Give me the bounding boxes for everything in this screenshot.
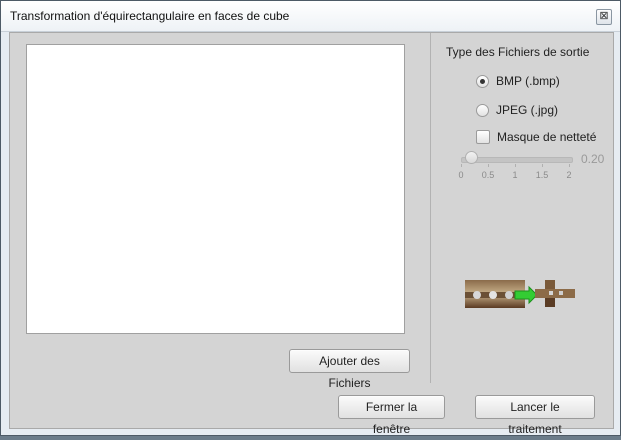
dialog-content: Ajouter des Fichiers Type des Fichiers d… <box>9 32 614 436</box>
slider-tick-label: 1.5 <box>535 170 549 180</box>
sharpen-slider-thumb[interactable] <box>465 151 478 164</box>
close-icon[interactable]: ⊠ <box>596 9 612 25</box>
sharpen-slider-value: 0.20 <box>581 152 605 166</box>
title-bar[interactable]: Transformation d'équirectangulaire en fa… <box>1 1 620 32</box>
slider-tick-mark <box>461 164 462 167</box>
slider-tick-label: 2 <box>566 170 572 180</box>
slider-tick-mark <box>569 164 570 167</box>
file-list[interactable] <box>26 44 405 334</box>
slider-tick-mark <box>542 164 543 167</box>
slider-tick-label: 0.5 <box>481 170 495 180</box>
window-title: Transformation d'équirectangulaire en fa… <box>10 9 290 23</box>
dialog-window: Transformation d'équirectangulaire en fa… <box>0 0 621 436</box>
file-panel: Ajouter des Fichiers <box>10 33 431 390</box>
sharpen-mask-checkbox[interactable] <box>476 130 490 144</box>
radio-bmp[interactable]: BMP (.bmp) <box>476 74 560 88</box>
slider-tick-label: 1 <box>512 170 518 180</box>
radio-jpeg[interactable]: JPEG (.jpg) <box>476 103 558 117</box>
add-files-button[interactable]: Ajouter des Fichiers <box>289 349 410 390</box>
radio-unselected-icon[interactable] <box>476 103 489 117</box>
sharpen-mask-label: Masque de netteté <box>497 130 597 144</box>
start-processing-button[interactable]: Lancer le traitement <box>475 395 595 436</box>
close-window-button[interactable]: Fermer la fenêtre <box>338 395 445 436</box>
sharpen-mask-checkbox-row[interactable]: Masque de netteté <box>476 130 596 144</box>
output-type-heading: Type des Fichiers de sortie <box>446 45 590 59</box>
radio-jpeg-label: JPEG (.jpg) <box>496 103 559 117</box>
equirectangular-to-cube-icon <box>465 280 575 308</box>
radio-bmp-label: BMP (.bmp) <box>496 74 560 88</box>
options-panel: Type des Fichiers de sortie BMP (.bmp) J… <box>431 33 613 383</box>
slider-tick-mark <box>488 164 489 167</box>
dialog-footer: Fermer la fenêtre Lancer le traitement <box>10 384 613 436</box>
radio-selected-icon[interactable] <box>476 74 489 88</box>
slider-tick-label: 0 <box>458 170 464 180</box>
slider-tick-mark <box>515 164 516 167</box>
